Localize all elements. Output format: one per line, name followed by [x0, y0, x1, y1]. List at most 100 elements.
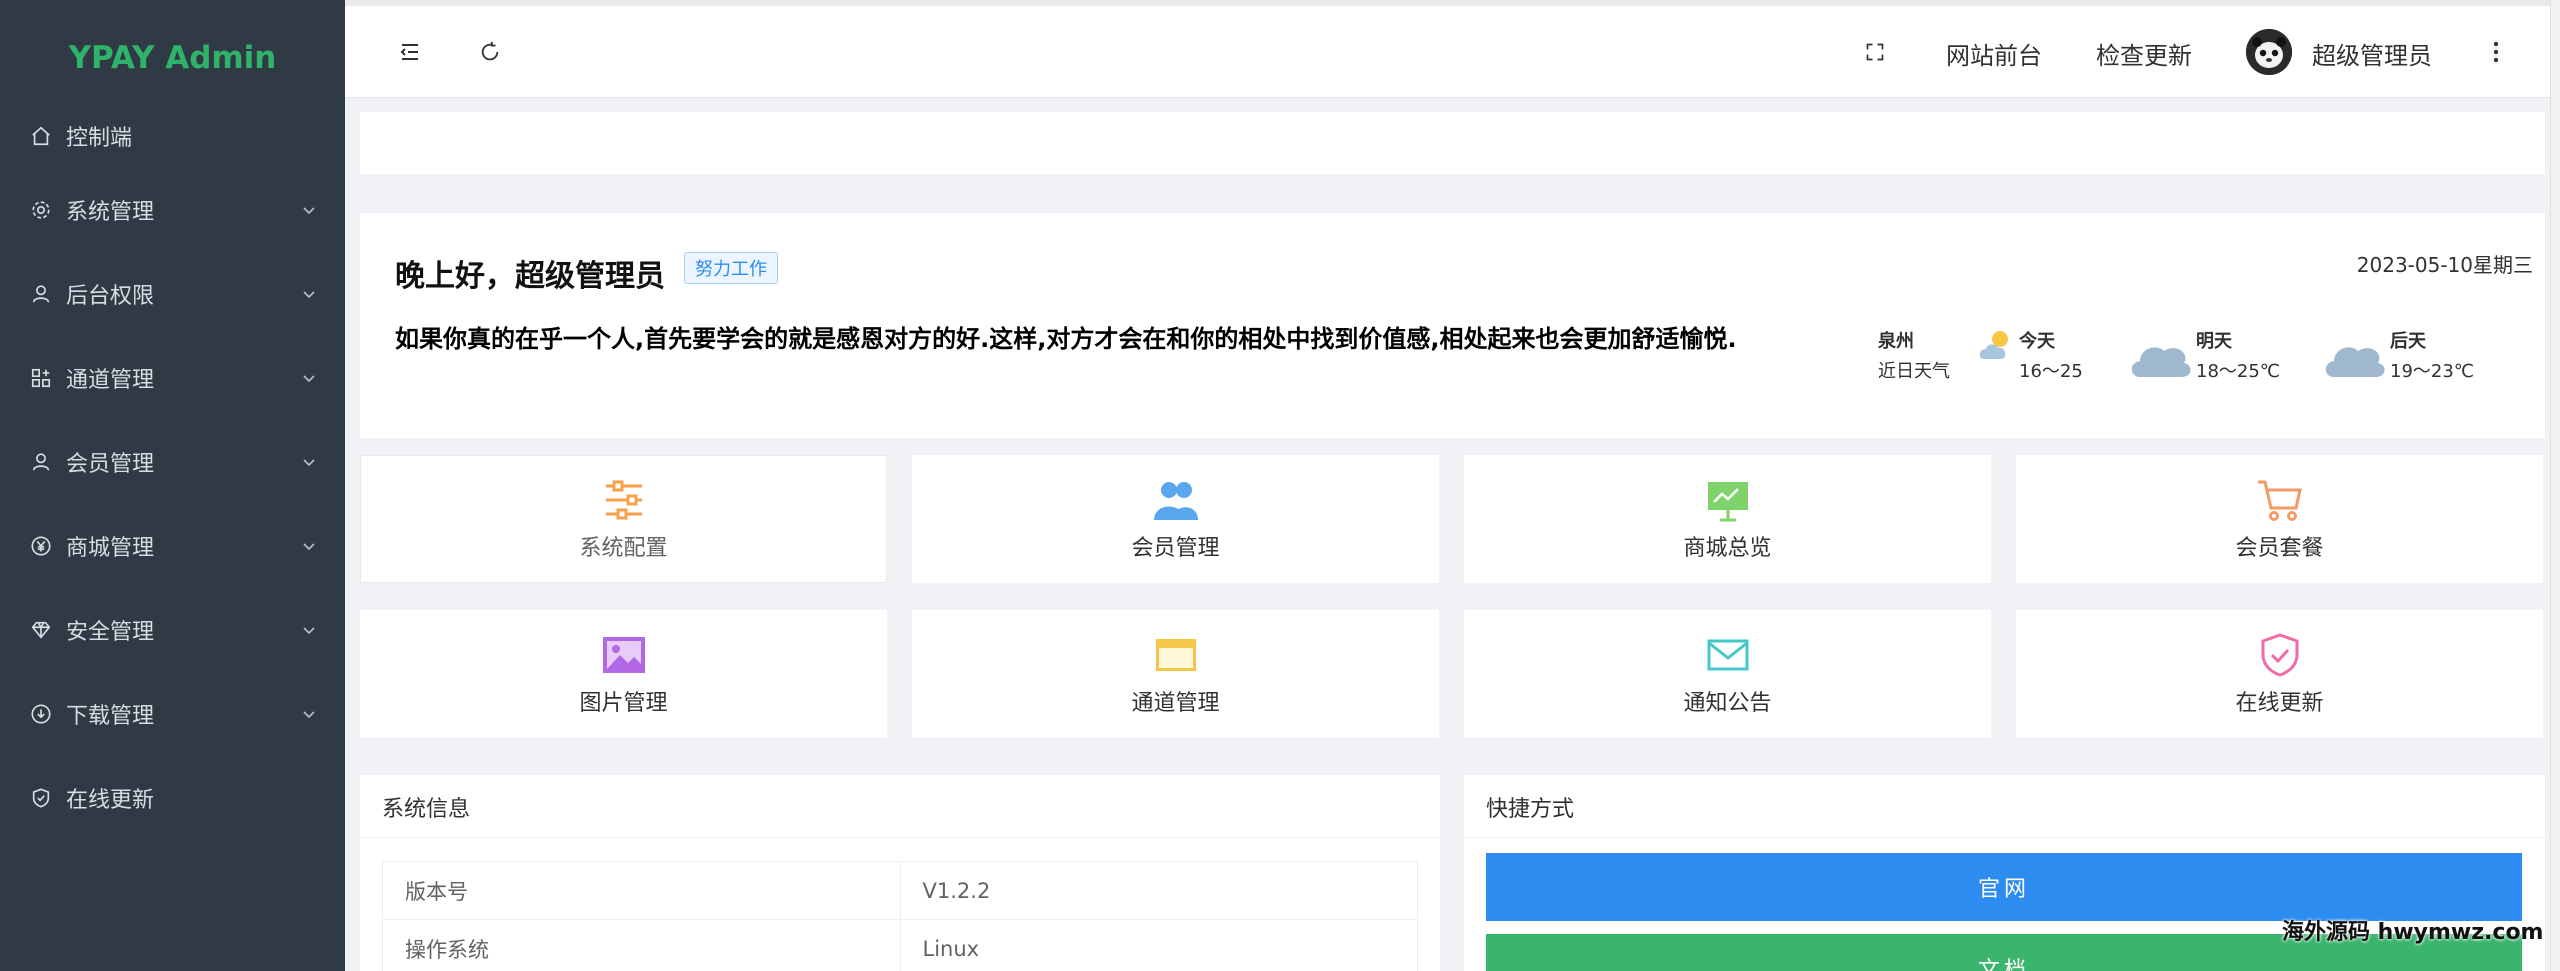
tile-label: 会员管理: [1131, 536, 1220, 561]
sidebar-item-mall[interactable]: 商城管理: [0, 504, 345, 588]
sidebar-item-label: 系统管理: [66, 200, 155, 225]
panel-title: 快捷方式: [1486, 797, 1575, 822]
sidebar-item-channels[interactable]: 通道管理: [0, 336, 345, 420]
info-key: 版本号: [382, 861, 901, 920]
users-icon: [1153, 482, 1198, 520]
info-value: Linux: [899, 919, 1418, 971]
apps-icon: [30, 367, 52, 389]
card-icon: [1155, 639, 1196, 671]
tile-mall-overview[interactable]: 商城总览: [1464, 455, 1991, 583]
tile-label: 商城总览: [1683, 536, 1772, 561]
weather-day-name: 后天: [2390, 331, 2426, 352]
sidebar-item-dashboard[interactable]: 控制端: [0, 104, 345, 168]
chevron-down-icon: [303, 543, 315, 551]
welcome-panel: 晚上好，超级管理员 努力工作 2023-05-10星期三 如果你真的在乎一个人,…: [360, 213, 2545, 438]
weather-subtitle: 近日天气: [1878, 361, 1950, 382]
tile-member-packages[interactable]: 会员套餐: [2016, 455, 2543, 583]
sidebar-item-security[interactable]: 安全管理: [0, 588, 345, 672]
weather-temp: 18～25℃: [2196, 361, 2281, 382]
sidebar: YPAY Admin 控制端 系统管理 后台权限 通道管理 会员管理 商城管理 …: [0, 0, 345, 971]
divider: [1464, 837, 2545, 838]
official-site-button[interactable]: 官网: [1486, 853, 2522, 921]
username-label[interactable]: 超级管理员: [2312, 36, 2432, 71]
chevron-down-icon: [303, 207, 315, 215]
sidebar-item-downloads[interactable]: 下载管理: [0, 672, 345, 756]
weather-temp: 16～25: [2019, 361, 2083, 382]
yen-icon: [30, 535, 52, 557]
tile-label: 在线更新: [2235, 691, 2324, 716]
tile-system-config[interactable]: 系统配置: [360, 455, 887, 583]
partly-sunny-icon: [1976, 325, 2016, 365]
cloud-icon: [2322, 331, 2388, 381]
sidebar-item-label: 下载管理: [66, 704, 155, 729]
greeting-title: 晚上好，超级管理员: [395, 259, 665, 294]
gear-icon: [30, 199, 52, 221]
sidebar-item-label: 控制端: [66, 126, 133, 151]
sidebar-item-system[interactable]: 系统管理: [0, 168, 345, 252]
chevron-down-icon: [303, 291, 315, 299]
panel-title: 系统信息: [382, 797, 471, 822]
info-key: 操作系统: [382, 919, 901, 971]
watermark: 海外源码 hwymwz.com: [2282, 920, 2544, 945]
user-icon: [30, 451, 52, 473]
tile-channel-management[interactable]: 通道管理: [912, 610, 1439, 738]
weather-tomorrow: 明天 18～25℃: [2196, 327, 2280, 383]
tile-image-management[interactable]: 图片管理: [360, 610, 887, 738]
weather-day-name: 明天: [2196, 331, 2232, 352]
weather-location: 泉州 近日天气: [1878, 327, 1950, 383]
avatar[interactable]: [2246, 29, 2292, 75]
weather-day-name: 今天: [2019, 331, 2055, 352]
sidebar-item-label: 后台权限: [66, 284, 155, 309]
tile-member-management[interactable]: 会员管理: [912, 455, 1439, 583]
more-vertical-icon[interactable]: [2481, 37, 2511, 67]
status-badge: 努力工作: [684, 252, 778, 284]
weather-day-after: 后天 19～23℃: [2390, 327, 2474, 383]
cart-icon: [2257, 480, 2302, 521]
tile-label: 会员套餐: [2235, 536, 2324, 561]
tile-notices[interactable]: 通知公告: [1464, 610, 1991, 738]
chevron-down-icon: [303, 711, 315, 719]
tile-label: 系统配置: [579, 536, 668, 561]
download-icon: [30, 703, 52, 725]
table-row: 版本号 V1.2.2: [382, 861, 1418, 920]
table-row: 操作系统 Linux: [382, 919, 1418, 971]
cloud-icon: [2128, 331, 2194, 381]
site-frontend-link[interactable]: 网站前台: [1946, 36, 2042, 71]
fullscreen-icon[interactable]: [1860, 37, 1890, 67]
info-value: V1.2.2: [899, 861, 1418, 920]
home-icon: [30, 125, 52, 147]
divider: [360, 837, 1440, 838]
shield-check-icon: [30, 787, 52, 809]
mail-icon: [1707, 639, 1748, 671]
tile-label: 通道管理: [1131, 691, 1220, 716]
scrollbar[interactable]: [2550, 0, 2560, 971]
sidebar-item-permissions[interactable]: 后台权限: [0, 252, 345, 336]
user-icon: [30, 283, 52, 305]
chevron-down-icon: [303, 627, 315, 635]
sidebar-item-label: 通道管理: [66, 368, 155, 393]
tile-label: 通知公告: [1683, 691, 1772, 716]
app-logo[interactable]: YPAY Admin: [0, 0, 345, 116]
current-date: 2023-05-10星期三: [2356, 253, 2533, 277]
chevron-down-icon: [303, 375, 315, 383]
image-icon: [602, 637, 645, 673]
sidebar-item-online-update[interactable]: 在线更新: [0, 756, 345, 840]
check-update-link[interactable]: 检查更新: [2096, 36, 2192, 71]
sidebar-item-label: 会员管理: [66, 452, 155, 477]
sliders-icon: [605, 480, 642, 520]
refresh-icon[interactable]: [475, 37, 505, 67]
tile-label: 图片管理: [579, 691, 668, 716]
sidebar-item-members[interactable]: 会员管理: [0, 420, 345, 504]
weather-temp: 19～23℃: [2390, 361, 2475, 382]
top-header: 网站前台 检查更新 超级管理员: [345, 6, 2560, 98]
system-info-panel: 系统信息 版本号 V1.2.2 操作系统 Linux: [360, 775, 1440, 971]
sidebar-item-label: 商城管理: [66, 536, 155, 561]
collapse-menu-icon[interactable]: [395, 37, 425, 67]
tabs-bar: [360, 112, 2545, 174]
sidebar-item-label: 在线更新: [66, 788, 155, 813]
sidebar-item-label: 安全管理: [66, 620, 155, 645]
tile-online-update[interactable]: 在线更新: [2016, 610, 2543, 738]
system-info-table: 版本号 V1.2.2 操作系统 Linux: [382, 861, 1418, 971]
weather-today: 今天 16～25: [2019, 327, 2083, 383]
chevron-down-icon: [303, 459, 315, 467]
